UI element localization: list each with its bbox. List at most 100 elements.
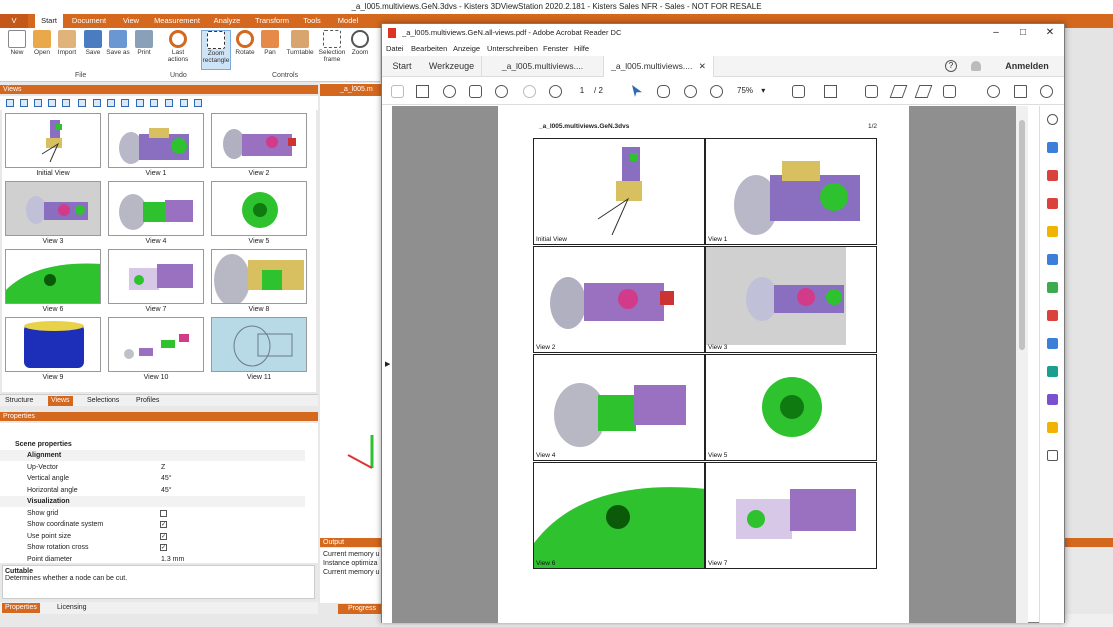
horizontal-angle-row[interactable]: Horizontal angle 45° — [0, 485, 305, 496]
view-tool-icon[interactable] — [121, 99, 129, 107]
view-thumbnail[interactable] — [211, 113, 307, 168]
tab-licensing[interactable]: Licensing — [54, 603, 90, 613]
menu-anzeige[interactable]: Anzeige — [453, 42, 480, 55]
last-actions-button[interactable]: Last actions — [163, 30, 193, 63]
select-cursor-icon[interactable] — [632, 85, 642, 97]
show-grid-row[interactable]: Show grid — [0, 508, 305, 519]
tab-start[interactable]: Start — [35, 14, 63, 28]
view-tool-icon[interactable] — [6, 99, 14, 107]
link-icon[interactable] — [987, 85, 1000, 98]
close-icon[interactable]: ✕ — [1037, 24, 1063, 42]
highlight-icon[interactable] — [914, 85, 933, 98]
mail-icon[interactable] — [1014, 85, 1027, 98]
vertical-scrollbar[interactable] — [1016, 106, 1028, 623]
view-tool-icon[interactable] — [34, 99, 42, 107]
star-icon[interactable] — [416, 85, 429, 98]
view-thumbnail[interactable] — [211, 249, 307, 304]
visualization-group[interactable]: Visualization — [0, 496, 305, 507]
horizontal-angle-value[interactable]: 45° — [161, 485, 172, 496]
optimize-icon[interactable] — [1047, 366, 1058, 377]
tab-analyze[interactable]: Analyze — [210, 14, 244, 28]
zoom-level-select[interactable]: 75% ▾ — [737, 84, 777, 98]
sign-in-button[interactable]: Anmelden — [994, 56, 1060, 77]
fit-page-icon[interactable] — [792, 85, 805, 98]
scroll-mode-icon[interactable] — [824, 85, 837, 98]
search-icon[interactable] — [1047, 114, 1058, 125]
view-tool-icon[interactable] — [107, 99, 115, 107]
view-thumbnail[interactable] — [108, 249, 204, 304]
view-tool-icon[interactable] — [48, 99, 56, 107]
tab-structure[interactable]: Structure — [2, 396, 36, 406]
save-button[interactable]: Save — [81, 30, 105, 56]
menu-datei[interactable]: Datei — [386, 42, 404, 55]
view-thumbnail[interactable] — [108, 317, 204, 372]
zoom-button[interactable]: Zoom — [348, 30, 372, 56]
save-as-button[interactable]: Save as — [106, 30, 130, 56]
upload-icon[interactable] — [443, 85, 456, 98]
fill-sign-tool-icon[interactable] — [1047, 310, 1058, 321]
export-pdf-icon[interactable] — [1047, 142, 1058, 153]
close-tab-icon[interactable]: ✕ — [699, 61, 706, 71]
bell-icon[interactable] — [971, 61, 981, 71]
fill-sign-icon[interactable] — [943, 85, 956, 98]
tab-model[interactable]: Model — [333, 14, 363, 28]
tab-selections[interactable]: Selections — [84, 396, 122, 406]
view-tool-icon[interactable] — [78, 99, 86, 107]
tab-progress[interactable]: Progress — [338, 604, 382, 614]
tab-tools[interactable]: Tools — [298, 14, 326, 28]
expand-left-icon[interactable]: ▶ — [385, 360, 390, 368]
up-vector-row[interactable]: Up-Vector Z — [0, 462, 305, 473]
view-thumbnail[interactable] — [211, 317, 307, 372]
app-menu-button[interactable]: V — [0, 14, 28, 28]
document-tab-active[interactable]: _a_l005.multiviews.... ✕ — [604, 56, 714, 77]
view-thumbnail[interactable] — [5, 181, 101, 236]
show-coordinate-system-checkbox[interactable]: ✓ — [160, 521, 167, 528]
tab-profiles[interactable]: Profiles — [133, 396, 162, 406]
zoom-search-icon[interactable] — [495, 85, 508, 98]
view-tool-icon[interactable] — [194, 99, 202, 107]
document-tab[interactable]: _a_l005.multiviews.... — [482, 56, 604, 77]
show-rotation-cross-row[interactable]: Show rotation cross ✓ — [0, 542, 305, 553]
pan-button[interactable]: Pan — [258, 30, 282, 56]
tab-document[interactable]: Document — [68, 14, 110, 28]
printer-icon[interactable] — [469, 85, 482, 98]
comment-tool-icon[interactable] — [1047, 226, 1058, 237]
document-viewport[interactable]: _a_l005.multiviews.GeN.3dvs 1/2 Initial … — [392, 106, 1016, 623]
edit-pdf-icon[interactable] — [1047, 198, 1058, 209]
point-diameter-row[interactable]: Point diameter 1.3 mm — [0, 554, 305, 563]
3d-viewport[interactable] — [320, 83, 382, 538]
comment-icon[interactable] — [865, 85, 878, 98]
share-user-icon[interactable] — [1040, 85, 1053, 98]
new-button[interactable]: New — [5, 30, 29, 56]
page-down-icon[interactable] — [549, 85, 562, 98]
help-icon[interactable]: ? — [945, 60, 957, 72]
tab-view[interactable]: View — [116, 14, 146, 28]
selection-frame-button[interactable]: Selection frame — [317, 30, 347, 63]
show-rotation-cross-checkbox[interactable]: ✓ — [160, 544, 167, 551]
view-tool-icon[interactable] — [180, 99, 188, 107]
menu-fenster[interactable]: Fenster — [543, 42, 568, 55]
maximize-icon[interactable]: □ — [1010, 24, 1036, 42]
view-thumbnail[interactable] — [211, 181, 307, 236]
tab-transform[interactable]: Transform — [251, 14, 293, 28]
zoom-out-icon[interactable] — [684, 85, 697, 98]
view-thumbnail[interactable] — [5, 113, 101, 168]
vertical-angle-row[interactable]: Vertical angle 45° — [0, 473, 305, 484]
tab-views[interactable]: Views — [48, 396, 73, 406]
view-thumbnail[interactable] — [108, 113, 204, 168]
scrollbar-thumb[interactable] — [1019, 120, 1025, 350]
tab-properties[interactable]: Properties — [2, 603, 40, 613]
zoom-rectangle-button[interactable]: Zoom rectangle — [201, 30, 231, 70]
use-point-size-checkbox[interactable]: ✓ — [160, 533, 167, 540]
protect-icon[interactable] — [1047, 338, 1058, 349]
scene-properties-section[interactable]: Scene properties — [0, 439, 305, 450]
alignment-group[interactable]: Alignment — [0, 450, 305, 461]
hand-tool-icon[interactable] — [657, 85, 670, 98]
page-number-input[interactable]: 1 — [572, 84, 592, 98]
up-vector-value[interactable]: Z — [161, 462, 165, 473]
rotate-button[interactable]: Rotate — [233, 30, 257, 56]
more-tools-icon[interactable] — [1047, 450, 1058, 461]
view-thumbnail[interactable] — [5, 317, 101, 372]
tab-werkzeuge[interactable]: Werkzeuge — [422, 56, 482, 77]
menu-hilfe[interactable]: Hilfe — [574, 42, 589, 55]
